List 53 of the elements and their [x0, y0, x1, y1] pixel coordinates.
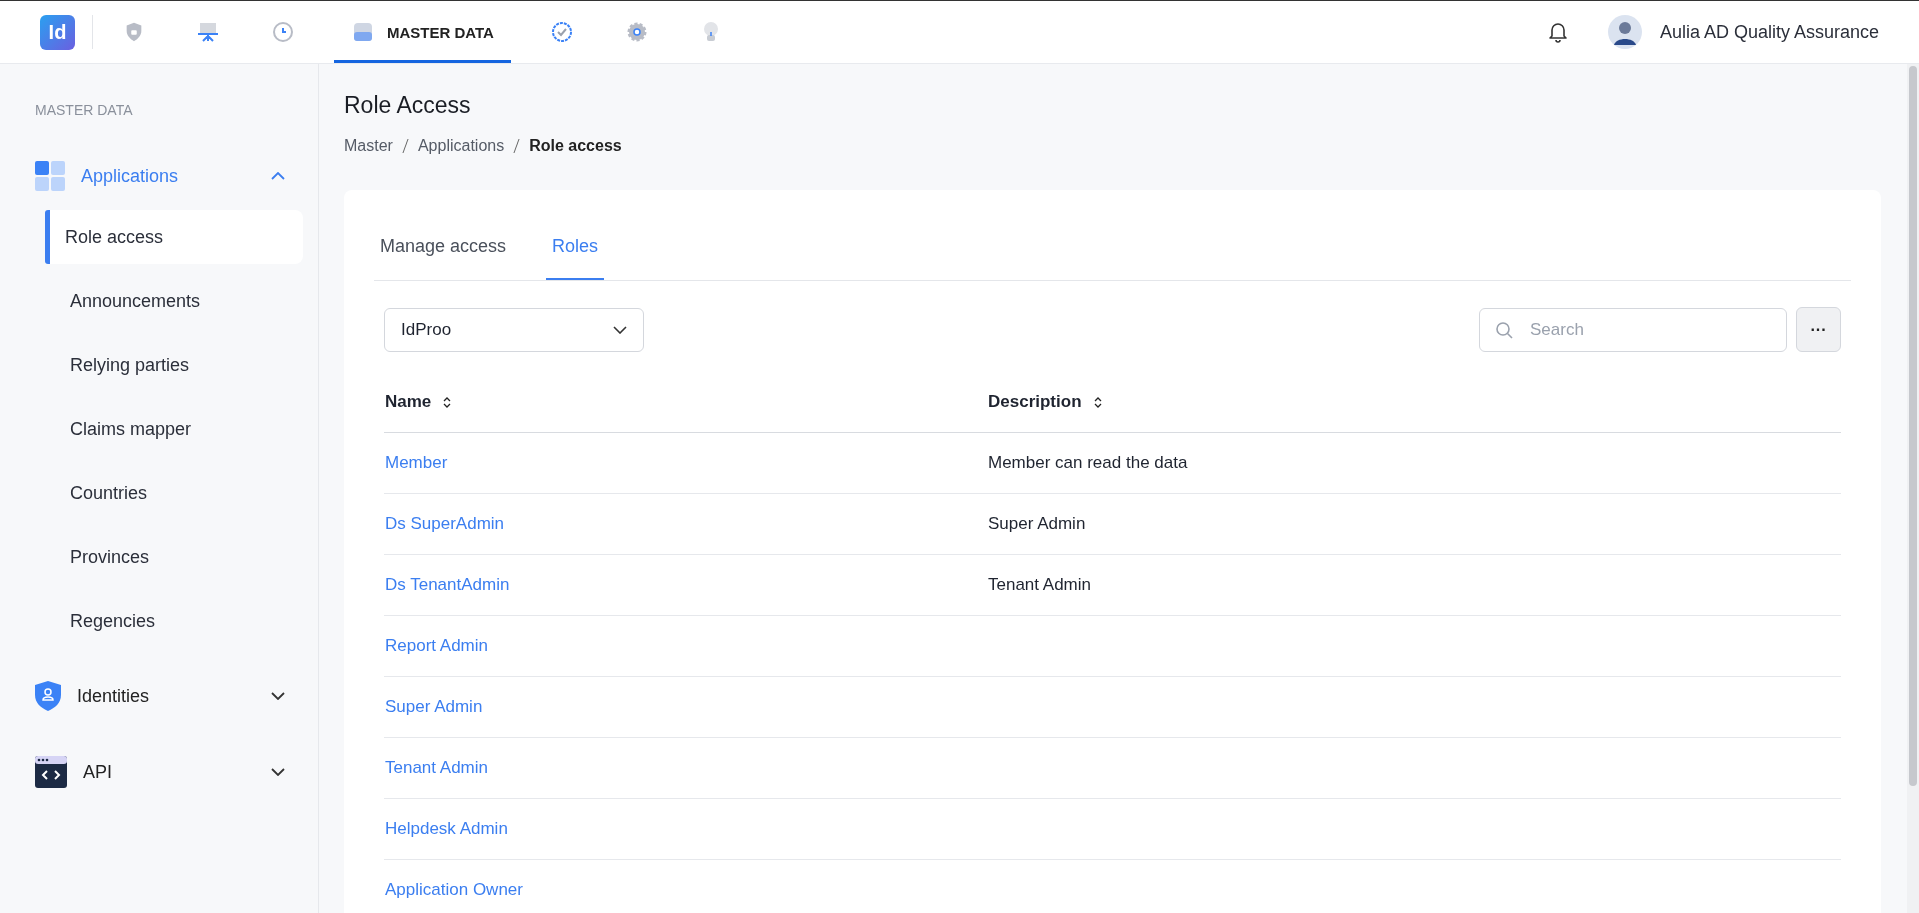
table-cell: Tenant Admin	[988, 575, 1091, 594]
sidebar-item[interactable]: Claims mapper	[45, 402, 303, 456]
role-name-link[interactable]: Tenant Admin	[385, 758, 488, 777]
search-icon	[1495, 320, 1513, 339]
sidebar-heading: MASTER DATA	[35, 102, 134, 118]
nav-tab[interactable]: MASTER DATA	[334, 1, 511, 63]
sidebar-group[interactable]: Applications	[35, 150, 303, 202]
user-shield-icon	[35, 681, 61, 711]
verified-badge-icon	[549, 20, 574, 44]
table-cell: Super Admin	[988, 514, 1086, 533]
role-name-link[interactable]: Ds SuperAdmin	[385, 514, 505, 533]
role-name-link[interactable]: Helpdesk Admin	[385, 819, 508, 838]
presentation-icon	[196, 20, 220, 44]
sidebar-item[interactable]: Relying parties	[45, 338, 303, 392]
search-field[interactable]: Search	[1479, 307, 1787, 352]
more-button[interactable]: ···	[1796, 307, 1841, 352]
breadcrumb-item: Role access	[529, 137, 622, 155]
sidebar-item[interactable]: Role access	[45, 210, 303, 264]
role-name-link[interactable]: Application Owner	[385, 880, 523, 899]
sidebar-item[interactable]: Regencies	[45, 594, 303, 648]
app-logo[interactable]: Id	[40, 14, 75, 50]
chevron-down-icon	[613, 325, 627, 334]
role-name-link[interactable]: Report Admin	[385, 636, 488, 655]
role-name-link[interactable]: Super Admin	[385, 697, 483, 716]
grid-icon	[35, 161, 65, 191]
sidebar-group[interactable]: API	[35, 734, 303, 810]
sort-icon[interactable]	[1093, 397, 1102, 408]
user-name[interactable]: Aulia AD Quality Assurance	[1659, 21, 1879, 43]
chevron-icon	[271, 172, 285, 180]
breadcrumb-item[interactable]: Master	[344, 137, 393, 155]
application-select[interactable]: IdProo	[384, 307, 644, 352]
chevron-icon	[271, 692, 285, 700]
avatar-icon[interactable]	[1607, 15, 1642, 49]
sort-icon[interactable]	[443, 397, 452, 408]
table-cell: Member can read the data	[988, 453, 1188, 472]
breadcrumb-item[interactable]: Applications	[417, 137, 505, 155]
tab[interactable]: Manage access	[374, 200, 513, 280]
chevron-icon	[271, 768, 285, 776]
role-name-link[interactable]: Ds TenantAdmin	[385, 575, 510, 594]
role-name-link[interactable]: Member	[385, 453, 448, 472]
sidebar-item[interactable]: Countries	[45, 466, 303, 520]
column-header[interactable]: Description	[988, 392, 1082, 411]
tab[interactable]: Roles	[546, 200, 605, 280]
page-title: Role Access	[344, 92, 472, 119]
column-header[interactable]: Name	[385, 392, 432, 411]
history-icon	[271, 20, 295, 44]
sidebar-group[interactable]: Identities	[35, 658, 303, 734]
sidebar-item[interactable]: Provinces	[45, 530, 303, 584]
sidebar-item[interactable]: Announcements	[45, 274, 303, 328]
notification-bell-icon[interactable]	[1547, 21, 1568, 43]
scrollbar-thumb[interactable]	[1909, 66, 1917, 786]
drive-icon	[351, 20, 375, 44]
code-window-icon	[35, 756, 67, 788]
